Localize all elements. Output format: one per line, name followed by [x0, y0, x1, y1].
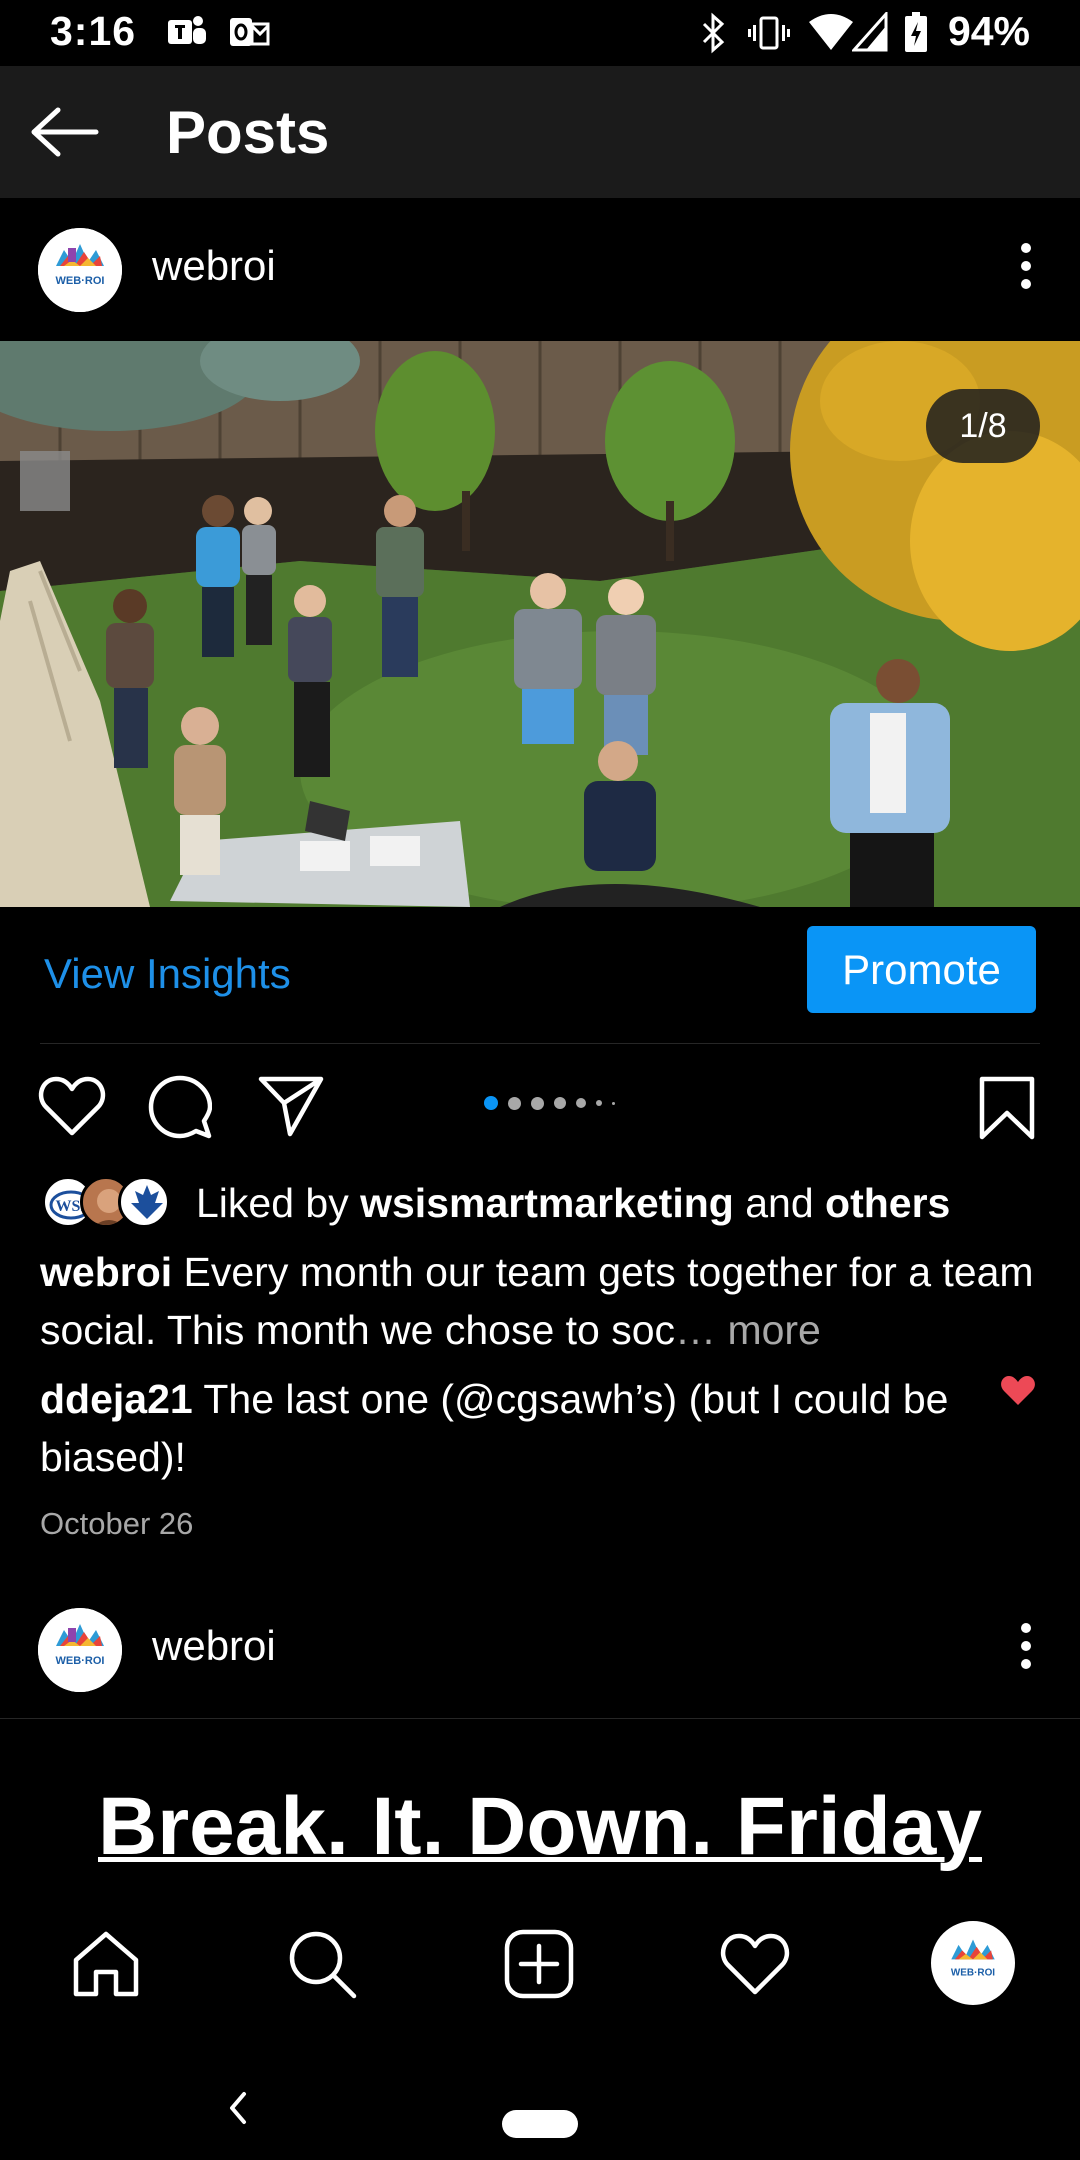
svg-text:WEB·ROI: WEB·ROI — [951, 1968, 995, 1979]
post-header: WEB·ROI webroi — [0, 198, 1080, 338]
svg-text:WEB·ROI: WEB·ROI — [56, 1655, 105, 1667]
battery-charging-icon — [905, 12, 927, 52]
carousel-dot — [612, 1101, 615, 1105]
caption-more-link[interactable]: … more — [675, 1307, 821, 1353]
team-photo — [0, 341, 1080, 907]
carousel-dot-active — [484, 1096, 498, 1110]
svg-text:WEB·ROI: WEB·ROI — [56, 275, 105, 287]
battery-percent: 94% — [947, 8, 1030, 54]
system-nav-bar — [0, 2030, 1080, 2160]
share-icon[interactable] — [258, 1075, 324, 1137]
bluetooth-icon — [702, 12, 725, 54]
liked-and: and — [733, 1180, 826, 1226]
avatar — [118, 1176, 170, 1228]
post-header: WEB·ROI webroi — [0, 1578, 1080, 1718]
back-arrow-icon[interactable] — [30, 106, 100, 158]
post-caption: webroi Every month our team gets togethe… — [40, 1243, 1040, 1359]
avatar[interactable]: WEB·ROI — [38, 228, 122, 312]
system-back-icon[interactable] — [226, 2090, 250, 2126]
carousel-dots — [484, 1096, 615, 1110]
comment-liked-heart-icon[interactable] — [1000, 1375, 1036, 1407]
comment: ddeja21 The last one (@cgsawh’s) (but I … — [40, 1370, 980, 1486]
status-bar: 3:16 94% — [0, 0, 1080, 66]
caption-text: Every month our team gets together for a… — [40, 1249, 1034, 1353]
wifi-icon — [809, 14, 853, 50]
more-options-icon[interactable] — [1020, 1622, 1032, 1670]
maple-leaf-logo-icon — [131, 1185, 163, 1219]
new-post-icon[interactable] — [503, 1928, 575, 2000]
webroi-logo-icon: WEB·ROI — [935, 1925, 1011, 2001]
outlook-icon — [230, 18, 270, 46]
carousel-dot — [596, 1100, 602, 1106]
liked-by-avatars[interactable]: WSI — [42, 1176, 174, 1228]
image-counter: 1/8 — [926, 389, 1040, 463]
vibrate-icon — [748, 16, 790, 50]
divider — [0, 1718, 1080, 1719]
teams-icon — [168, 16, 206, 44]
comment-icon[interactable] — [148, 1075, 212, 1139]
app-bar: Posts — [0, 66, 1080, 198]
search-icon[interactable] — [286, 1928, 358, 2000]
activity-heart-icon[interactable] — [719, 1928, 791, 2000]
liked-by-text[interactable]: Liked by wsismartmarketing and others — [196, 1180, 950, 1227]
webroi-logo-icon: WEB·ROI — [38, 228, 122, 312]
avatar[interactable]: WEB·ROI — [38, 1608, 122, 1692]
signal-icon — [852, 12, 888, 52]
carousel-dot — [531, 1096, 544, 1110]
carousel-dot — [508, 1096, 521, 1110]
post-image[interactable]: 1/8 — [0, 341, 1080, 907]
liked-others[interactable]: others — [825, 1180, 950, 1226]
caption-username[interactable]: webroi — [40, 1249, 172, 1295]
divider — [40, 1043, 1040, 1044]
home-icon[interactable] — [70, 1928, 142, 2000]
page-title: Posts — [166, 99, 330, 166]
more-options-icon[interactable] — [1020, 242, 1032, 290]
liked-user[interactable]: wsismartmarketing — [360, 1180, 734, 1226]
status-time: 3:16 — [50, 8, 137, 54]
post-username[interactable]: webroi — [152, 242, 276, 290]
view-insights-link[interactable]: View Insights — [44, 950, 291, 998]
liked-prefix: Liked by — [196, 1180, 361, 1226]
promote-button[interactable]: Promote — [807, 926, 1036, 1013]
like-heart-icon[interactable] — [38, 1075, 106, 1137]
carousel-dot — [554, 1097, 566, 1109]
webroi-logo-icon: WEB·ROI — [38, 1608, 122, 1692]
comment-username[interactable]: ddeja21 — [40, 1376, 193, 1422]
carousel-dot — [576, 1098, 586, 1108]
post-headline[interactable]: Break. It. Down. Friday — [0, 1780, 1080, 1874]
bookmark-icon[interactable] — [978, 1075, 1036, 1141]
system-home-pill[interactable] — [502, 2110, 578, 2138]
bottom-nav: WEB·ROI — [0, 1900, 1080, 2030]
profile-tab-avatar[interactable]: WEB·ROI — [931, 1921, 1015, 2005]
post-date: October 26 — [40, 1506, 194, 1541]
post-username[interactable]: webroi — [152, 1622, 276, 1670]
